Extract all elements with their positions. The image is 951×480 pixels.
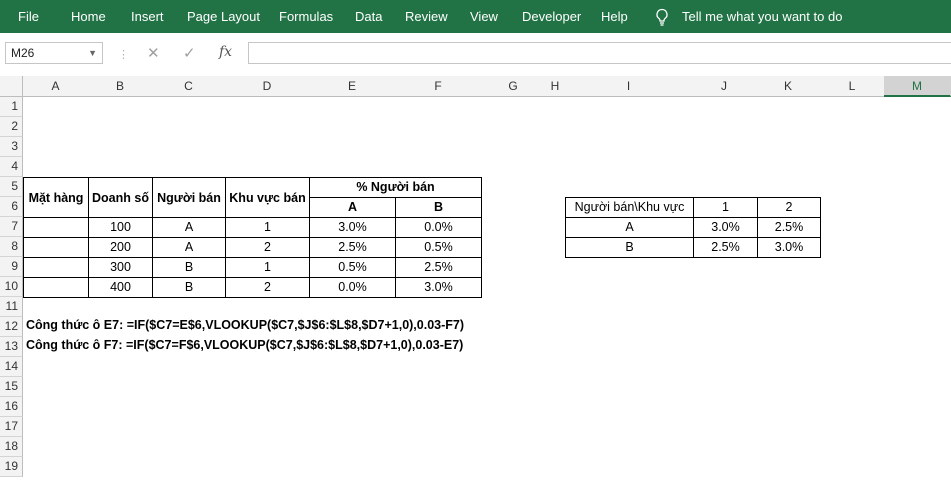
table1-cell-nguoi-ban[interactable]: A: [152, 217, 226, 238]
row-header-19[interactable]: 19: [0, 457, 23, 477]
table1-cell-pct-b[interactable]: 2.5%: [395, 257, 482, 278]
table1-cell-mat-hang[interactable]: [23, 237, 89, 258]
tab-formulas[interactable]: Formulas: [279, 0, 333, 33]
tab-home[interactable]: Home: [71, 0, 106, 33]
formula-note-e7[interactable]: Công thức ô E7: =IF($C7=E$6,VLOOKUP($C7,…: [26, 318, 464, 332]
row-header-14[interactable]: 14: [0, 357, 23, 377]
lookup-cell[interactable]: 2.5%: [757, 217, 821, 238]
row-header-6[interactable]: 6: [0, 197, 23, 217]
column-header-k[interactable]: K: [756, 76, 821, 97]
column-header-d[interactable]: D: [225, 76, 310, 97]
lookup-cell[interactable]: 2.5%: [693, 237, 758, 258]
table1-cell-khu-vuc[interactable]: 1: [225, 257, 310, 278]
column-header-m[interactable]: M: [884, 76, 951, 97]
column-header-c[interactable]: C: [152, 76, 226, 97]
header-pct-b[interactable]: B: [395, 197, 482, 218]
tab-data[interactable]: Data: [355, 0, 382, 33]
cell-area[interactable]: Mặt hàng Doanh số Người bán Khu vực bán …: [23, 97, 951, 480]
row-header-8[interactable]: 8: [0, 237, 23, 257]
header-pct-a[interactable]: A: [309, 197, 396, 218]
table1-cell-pct-a[interactable]: 2.5%: [309, 237, 396, 258]
table1-cell-pct-b[interactable]: 3.0%: [395, 277, 482, 298]
table1-cell-mat-hang[interactable]: [23, 257, 89, 278]
chevron-down-icon[interactable]: ▼: [88, 43, 97, 63]
name-box[interactable]: M26 ▼: [5, 42, 103, 64]
row-header-1[interactable]: 1: [0, 97, 23, 117]
column-header-b[interactable]: B: [88, 76, 153, 97]
tab-review[interactable]: Review: [405, 0, 448, 33]
row-header-10[interactable]: 10: [0, 277, 23, 297]
row-header-12[interactable]: 12: [0, 317, 23, 337]
header-khu-vuc-ban[interactable]: Khu vực bán: [225, 177, 310, 218]
table1-cell-pct-a[interactable]: 0.5%: [309, 257, 396, 278]
ribbon-tab-bar: File Home Insert Page Layout Formulas Da…: [0, 0, 951, 33]
header-pct-nguoi-ban[interactable]: % Người bán: [309, 177, 482, 198]
lookup-header-cell[interactable]: 2: [757, 197, 821, 218]
formula-bar: M26 ▼ ⋮ ✕ ✓ fx: [0, 33, 951, 76]
table1-cell-nguoi-ban[interactable]: A: [152, 237, 226, 258]
column-header-i[interactable]: I: [565, 76, 693, 97]
row-header-13[interactable]: 13: [0, 337, 23, 357]
tell-me-search[interactable]: Tell me what you want to do: [682, 0, 842, 33]
table1-cell-mat-hang[interactable]: [23, 217, 89, 238]
row-header-11[interactable]: 11: [0, 297, 23, 317]
table1-cell-khu-vuc[interactable]: 1: [225, 217, 310, 238]
table1-cell-doanh-so[interactable]: 200: [88, 237, 153, 258]
tab-view[interactable]: View: [470, 0, 498, 33]
row-header-18[interactable]: 18: [0, 437, 23, 457]
column-header-a[interactable]: A: [23, 76, 89, 97]
row-header-2[interactable]: 2: [0, 117, 23, 137]
tab-insert[interactable]: Insert: [131, 0, 164, 33]
row-header-3[interactable]: 3: [0, 137, 23, 157]
row-header-4[interactable]: 4: [0, 157, 23, 177]
table1-cell-khu-vuc[interactable]: 2: [225, 277, 310, 298]
cancel-icon[interactable]: ✕: [147, 44, 160, 62]
table1-cell-nguoi-ban[interactable]: B: [152, 257, 226, 278]
tab-developer[interactable]: Developer: [522, 0, 581, 33]
tab-help[interactable]: Help: [601, 0, 628, 33]
lookup-cell[interactable]: B: [565, 237, 694, 258]
lookup-cell[interactable]: A: [565, 217, 694, 238]
table1-cell-pct-b[interactable]: 0.5%: [395, 237, 482, 258]
column-header-j[interactable]: J: [692, 76, 757, 97]
select-all-corner[interactable]: [0, 76, 23, 97]
enter-icon[interactable]: ✓: [183, 44, 196, 62]
table1-cell-doanh-so[interactable]: 400: [88, 277, 153, 298]
column-header-l[interactable]: L: [820, 76, 885, 97]
worksheet-grid: ABCDEFGHIJKLM 1 2 3 4 5 6 7 8 9 10 11 12 13 14 15 16 17 1…: [0, 76, 951, 480]
lookup-cell[interactable]: 3.0%: [693, 217, 758, 238]
formula-bar-grip-icon: ⋮: [118, 49, 129, 61]
lookup-header-cell[interactable]: Người bán\Khu vực: [565, 197, 694, 218]
column-header-h[interactable]: H: [545, 76, 566, 97]
formula-note-f7[interactable]: Công thức ô F7: =IF($C7=F$6,VLOOKUP($C7,…: [26, 338, 463, 352]
row-header-16[interactable]: 16: [0, 397, 23, 417]
formula-input[interactable]: [248, 42, 951, 64]
row-header-7[interactable]: 7: [0, 217, 23, 237]
row-header-9[interactable]: 9: [0, 257, 23, 277]
header-mat-hang[interactable]: Mặt hàng: [23, 177, 89, 218]
lookup-cell[interactable]: 3.0%: [757, 237, 821, 258]
table1-cell-pct-b[interactable]: 0.0%: [395, 217, 482, 238]
table1-cell-khu-vuc[interactable]: 2: [225, 237, 310, 258]
table1-cell-nguoi-ban[interactable]: B: [152, 277, 226, 298]
lightbulb-icon[interactable]: [654, 8, 670, 26]
row-header-15[interactable]: 15: [0, 377, 23, 397]
column-header-e[interactable]: E: [309, 76, 396, 97]
row-header-5[interactable]: 5: [0, 177, 23, 197]
tab-page-layout[interactable]: Page Layout: [187, 0, 260, 33]
table1-cell-pct-a[interactable]: 3.0%: [309, 217, 396, 238]
header-doanh-so[interactable]: Doanh số: [88, 177, 153, 218]
tab-file[interactable]: File: [18, 0, 39, 33]
table1-cell-doanh-so[interactable]: 300: [88, 257, 153, 278]
column-header-f[interactable]: F: [395, 76, 482, 97]
table1-cell-mat-hang[interactable]: [23, 277, 89, 298]
table1-cell-doanh-so[interactable]: 100: [88, 217, 153, 238]
table1-cell-pct-a[interactable]: 0.0%: [309, 277, 396, 298]
column-header-g[interactable]: G: [481, 76, 546, 97]
header-nguoi-ban[interactable]: Người bán: [152, 177, 226, 218]
name-box-value: M26: [11, 46, 35, 60]
insert-function-icon[interactable]: fx: [219, 44, 232, 60]
lookup-header-cell[interactable]: 1: [693, 197, 758, 218]
row-header-17[interactable]: 17: [0, 417, 23, 437]
